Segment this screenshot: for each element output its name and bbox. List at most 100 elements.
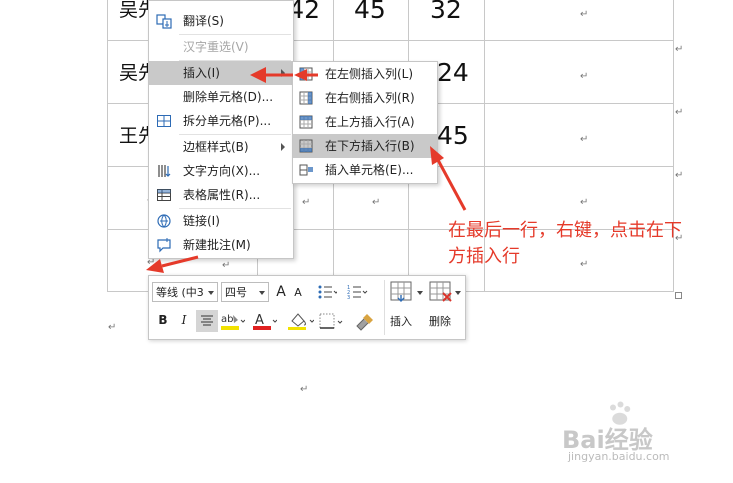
menu-item-table-properties[interactable]: 表格属性(R)... — [149, 183, 293, 207]
link-icon — [157, 214, 171, 228]
submenu-item-label: 插入单元格(E)... — [325, 163, 414, 177]
menu-item-label: 边框样式(B) — [183, 140, 249, 154]
italic-button[interactable]: I — [175, 310, 193, 330]
format-painter-icon[interactable] — [355, 312, 375, 332]
menu-item-new-comment[interactable]: 新建批注(M) — [149, 233, 293, 257]
insert-table-icon[interactable] — [390, 281, 416, 303]
submenu-item-label: 在右侧插入列(R) — [325, 91, 415, 105]
paragraph-mark: ↵ — [300, 384, 309, 395]
submenu-item-insert-row-below[interactable]: 在下方插入行(B) — [293, 134, 437, 158]
menu-item-label: 翻译(S) — [183, 14, 224, 28]
submenu-item-label: 在下方插入行(B) — [325, 139, 415, 153]
center-align-button[interactable] — [196, 310, 218, 332]
delete-label[interactable]: 删除 — [429, 313, 451, 329]
submenu-item-label: 在左侧插入列(L) — [325, 67, 414, 81]
menu-item-label: 表格属性(R)... — [183, 188, 261, 202]
mini-toolbar: 等线 (中3 四号 A A 123 B I ab A 插入 删除 — [148, 275, 466, 340]
bullets-icon[interactable] — [317, 284, 337, 300]
svg-text:ab: ab — [221, 314, 233, 325]
menu-item-text-direction[interactable]: 文字方向(X)... — [149, 159, 293, 183]
shrink-font-button[interactable]: A — [291, 283, 305, 303]
table-properties-icon — [157, 189, 171, 201]
font-size-value: 四号 — [225, 286, 247, 299]
table-cell-value[interactable]: 45 — [354, 0, 386, 24]
bold-label: B — [158, 313, 168, 327]
insert-cells-icon — [299, 164, 313, 176]
shrink-font-label: A — [294, 286, 302, 299]
paragraph-mark: ↵ — [675, 44, 684, 55]
text-direction-icon — [158, 165, 171, 177]
submenu-item-insert-col-right[interactable]: 在右侧插入列(R) — [293, 86, 437, 110]
watermark-url: jingyan.baidu.com — [568, 450, 670, 463]
paragraph-mark: ↵ — [108, 322, 117, 333]
menu-item-label: 链接(I) — [183, 214, 220, 228]
paragraph-mark: ↵ — [147, 257, 156, 268]
insert-row-above-icon — [299, 115, 313, 129]
paragraph-mark: ↵ — [302, 197, 311, 208]
menu-item-label: 汉字重选(V) — [183, 40, 249, 54]
bold-button[interactable]: B — [153, 310, 173, 330]
align-center-icon — [201, 315, 213, 326]
menu-item-label: 新建批注(M) — [183, 238, 251, 252]
font-name-value: 等线 (中3 — [156, 286, 204, 299]
font-color-icon[interactable]: A — [253, 311, 277, 331]
font-name-select[interactable]: 等线 (中3 — [152, 282, 218, 302]
annotation-text: 在最后一行，右键，点击在下 方插入行 — [448, 218, 728, 270]
submenu-item-insert-cells[interactable]: 插入单元格(E)... — [293, 158, 437, 182]
table-cell-value[interactable]: 32 — [430, 0, 462, 24]
context-menu: 翻译(S) 汉字重选(V) 插入(I) 删除单元格(D)... 拆分单元格(P)… — [148, 0, 294, 259]
baidu-watermark: Bai经验 jingyan.baidu.com — [560, 400, 710, 470]
submenu-item-insert-row-above[interactable]: 在上方插入行(A) — [293, 110, 437, 134]
shading-icon[interactable] — [288, 311, 314, 331]
paragraph-mark: ↵ — [222, 260, 231, 271]
menu-item-reselect-hanzi: 汉字重选(V) — [149, 35, 293, 59]
delete-table-icon[interactable] — [429, 281, 455, 303]
submenu-item-insert-col-left[interactable]: 在左侧插入列(L) — [293, 62, 437, 86]
submenu-item-label: 在上方插入行(A) — [325, 115, 415, 129]
svg-text:3: 3 — [347, 295, 350, 300]
menu-item-split-cells[interactable]: 拆分单元格(P)... — [149, 109, 293, 133]
font-size-select[interactable]: 四号 — [221, 282, 269, 302]
paragraph-mark: ↵ — [580, 71, 589, 82]
paragraph-mark: ↵ — [675, 107, 684, 118]
annotation-line-2: 方插入行 — [448, 246, 520, 267]
chevron-down-icon[interactable] — [455, 291, 461, 295]
borders-icon[interactable] — [318, 312, 344, 332]
menu-item-insert[interactable]: 插入(I) — [149, 61, 293, 85]
insert-submenu: 在左侧插入列(L) 在右侧插入列(R) 在上方插入行(A) 在下方插入行(B) … — [292, 61, 438, 184]
paragraph-mark: ↵ — [580, 9, 589, 20]
toolbar-separator — [384, 280, 385, 335]
table-cell-value[interactable]: 45 — [437, 122, 469, 150]
paragraph-mark: ↵ — [580, 134, 589, 145]
table-resize-handle[interactable] — [675, 292, 682, 299]
grow-font-label: A — [276, 284, 286, 300]
italic-label: I — [181, 313, 187, 327]
table-cell-value[interactable]: 24 — [437, 59, 469, 87]
table-rule — [107, 0, 108, 292]
insert-label[interactable]: 插入 — [390, 313, 412, 329]
numbering-icon[interactable]: 123 — [347, 284, 369, 300]
insert-row-below-icon — [299, 139, 313, 153]
svg-text:A: A — [255, 313, 264, 328]
paragraph-mark: ↵ — [372, 197, 381, 208]
menu-item-label: 插入(I) — [183, 66, 220, 80]
translate-icon — [156, 14, 172, 29]
submenu-arrow-icon — [281, 143, 285, 151]
grow-font-button[interactable]: A — [273, 282, 289, 302]
submenu-arrow-icon — [281, 69, 285, 77]
paragraph-mark: ↵ — [580, 197, 589, 208]
new-comment-icon — [157, 238, 171, 253]
annotation-line-1: 在最后一行，右键，点击在下 — [448, 220, 682, 241]
paragraph-mark: ↵ — [675, 170, 684, 181]
highlight-icon[interactable]: ab — [221, 311, 245, 331]
menu-item-delete-cells[interactable]: 删除单元格(D)... — [149, 85, 293, 109]
menu-item-translate[interactable]: 翻译(S) — [149, 9, 293, 33]
menu-item-link[interactable]: 链接(I) — [149, 209, 293, 233]
menu-item-label: 删除单元格(D)... — [183, 90, 274, 104]
chevron-down-icon[interactable] — [417, 291, 423, 295]
menu-item-border-style[interactable]: 边框样式(B) — [149, 135, 293, 159]
menu-item-label: 拆分单元格(P)... — [183, 114, 272, 128]
insert-col-left-icon — [299, 67, 313, 81]
menu-item-label: 文字方向(X)... — [183, 164, 261, 178]
split-cells-icon — [157, 115, 171, 127]
